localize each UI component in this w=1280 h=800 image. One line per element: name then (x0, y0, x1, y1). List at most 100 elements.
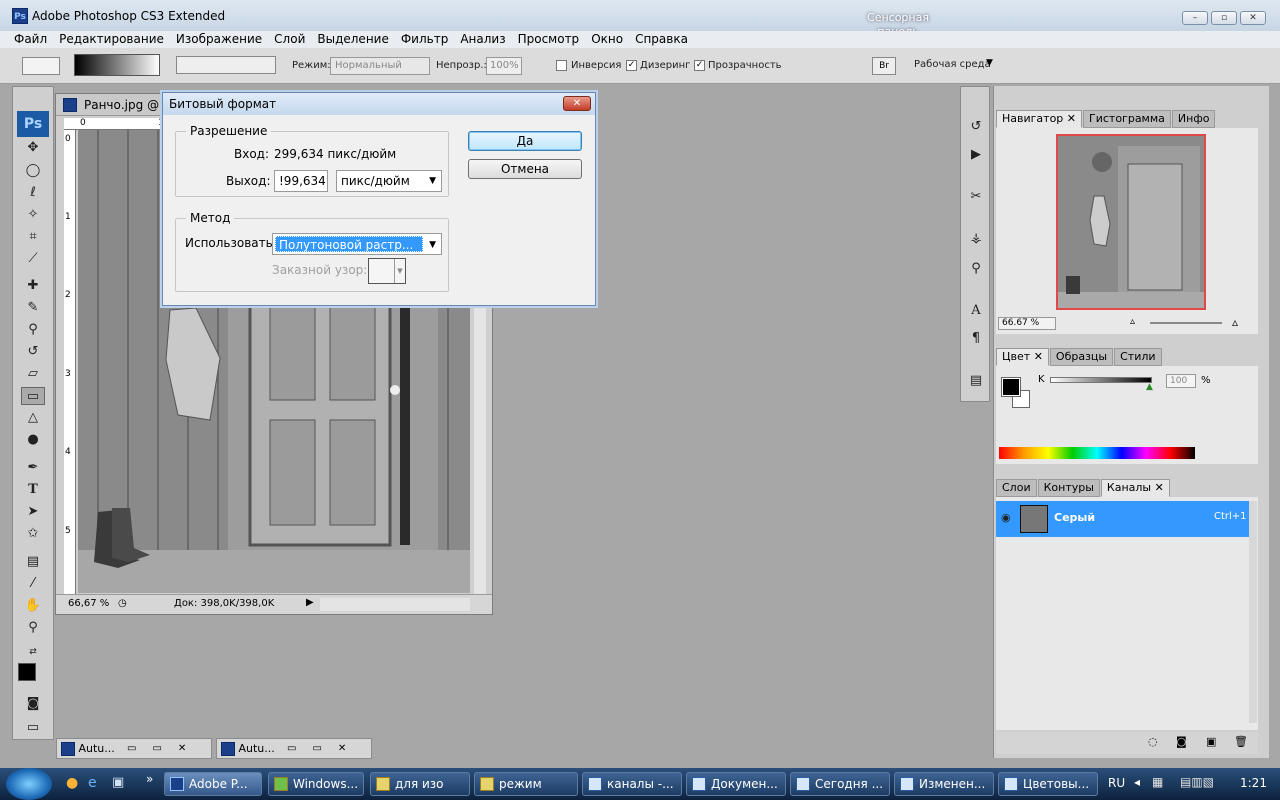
color-ramp[interactable] (999, 447, 1195, 459)
clone-source-icon[interactable]: ⚲ (965, 259, 987, 279)
mode-select[interactable]: Нормальный (330, 57, 430, 75)
zoom-tool-icon[interactable]: ⚲ (21, 619, 45, 637)
actions-icon[interactable]: ▶ (965, 145, 987, 165)
bridge-icon[interactable]: Br (872, 57, 896, 75)
zoom-in-icon[interactable]: ▵ (1232, 315, 1238, 329)
horizontal-scrollbar[interactable] (320, 598, 470, 611)
photoshop-logo[interactable]: Ps (17, 111, 49, 137)
tab-navigator[interactable]: Навигатор ✕ (996, 110, 1083, 128)
blur-tool-icon[interactable]: △ (21, 409, 45, 427)
workspace-menu[interactable]: Рабочая среда (914, 59, 991, 70)
start-button[interactable] (6, 768, 52, 800)
ok-button[interactable]: Да (468, 131, 582, 151)
zoom-out-icon[interactable]: ▵ (1130, 316, 1135, 327)
marquee-tool-icon[interactable]: ◯ (21, 162, 45, 180)
taskbar-item-photoshop[interactable]: Adobe P... (164, 772, 262, 796)
tab-layers[interactable]: Слои (996, 479, 1037, 497)
menu-image[interactable]: Изображение (170, 31, 268, 48)
status-arrow-icon[interactable]: ▶ (306, 597, 314, 608)
notes-tool-icon[interactable]: ▤ (21, 553, 45, 571)
minimized-document-1[interactable]: Autu... ▭▭✕ (56, 738, 212, 759)
menu-help[interactable]: Справка (629, 31, 694, 48)
tool-preset-picker[interactable] (22, 57, 60, 75)
pen-tool-icon[interactable]: ✒ (21, 459, 45, 477)
tab-color[interactable]: Цвет ✕ (996, 348, 1049, 366)
clone-stamp-icon[interactable]: ⚲ (21, 321, 45, 339)
eyedropper-icon[interactable]: ⁄ (21, 575, 45, 593)
language-indicator[interactable]: RU (1108, 776, 1125, 790)
maximize-button[interactable]: ▫ (1211, 11, 1237, 25)
quick-mask-icon[interactable]: ◙ (21, 695, 45, 713)
foreground-swatch[interactable] (1001, 377, 1021, 397)
character-icon[interactable]: A (965, 301, 987, 321)
ie-icon[interactable]: e (88, 775, 97, 791)
status-menu-icon[interactable]: ◷ (118, 598, 127, 609)
show-desktop-icon[interactable]: ▣ (112, 775, 124, 790)
tab-channels[interactable]: Каналы ✕ (1100, 479, 1170, 497)
menu-filter[interactable]: Фильтр (395, 31, 454, 48)
menu-select[interactable]: Выделение (311, 31, 394, 48)
taskbar-item-color[interactable]: Цветовы... (998, 772, 1098, 796)
menu-view[interactable]: Просмотр (512, 31, 586, 48)
taskbar-item-changes[interactable]: Изменен... (894, 772, 994, 796)
slice-tool-icon[interactable]: ⟋ (21, 250, 45, 268)
load-selection-icon[interactable]: ◌ (1148, 735, 1158, 748)
hand-tool-icon[interactable]: ✋ (21, 597, 45, 615)
dither-checkbox[interactable]: ✓ (626, 60, 637, 71)
tab-styles[interactable]: Стили (1114, 348, 1162, 366)
taskbar-item-folder-izo[interactable]: для изо (370, 772, 470, 796)
healing-brush-icon[interactable]: ✚ (21, 277, 45, 295)
k-slider[interactable] (1050, 377, 1152, 383)
slider-thumb-icon[interactable]: ▲ (1146, 382, 1153, 392)
gradient-tool-icon[interactable]: ▭ (21, 387, 45, 405)
window-controls-icon[interactable]: ▭▭✕ (127, 739, 202, 758)
tray-chevron-icon[interactable]: ◂ (1134, 775, 1140, 789)
history-brush-icon[interactable]: ↺ (21, 343, 45, 361)
navigator-thumbnail[interactable] (1056, 134, 1206, 310)
network-icon[interactable]: ▦ (1152, 775, 1163, 789)
output-unit-select[interactable]: пикс/дюйм ▼ (336, 170, 442, 192)
tray-icons[interactable]: ▤▥▧ (1180, 775, 1214, 789)
taskbar-item-folder-mode[interactable]: режим (474, 772, 578, 796)
invert-checkbox[interactable] (556, 60, 567, 71)
tool-presets-icon[interactable]: ✂ (965, 187, 987, 207)
channel-row[interactable]: ◉ Серый Ctrl+1 (996, 501, 1250, 537)
taskbar-item-today[interactable]: Сегодня ... (790, 772, 890, 796)
pattern-picker[interactable]: ▼ (368, 258, 406, 284)
menu-file[interactable]: Файл (8, 31, 53, 48)
window-controls-icon[interactable]: ▭▭✕ (287, 739, 362, 758)
eye-icon[interactable]: ◉ (1001, 511, 1011, 524)
tab-histogram[interactable]: Гистограмма (1083, 110, 1171, 128)
dialog-close-icon[interactable]: ✕ (563, 96, 591, 111)
type-tool-icon[interactable]: T (21, 481, 45, 499)
taskbar-item-channels[interactable]: каналы -... (582, 772, 682, 796)
move-tool-icon[interactable]: ✥ (21, 139, 45, 157)
taskbar-item-document[interactable]: Докумен... (686, 772, 786, 796)
quicklaunch-more-icon[interactable]: » (146, 772, 153, 786)
lasso-tool-icon[interactable]: ℓ (21, 184, 45, 202)
minimized-document-2[interactable]: Autu... ▭▭✕ (216, 738, 372, 759)
save-selection-icon[interactable]: ◙ (1176, 735, 1187, 748)
opacity-input[interactable]: 100% (486, 57, 522, 75)
tab-info[interactable]: Инфо (1171, 110, 1216, 128)
dodge-tool-icon[interactable]: ● (21, 431, 45, 449)
new-channel-icon[interactable]: ▣ (1206, 735, 1216, 748)
zoom-field[interactable]: 66,67 % (68, 598, 109, 609)
path-selection-icon[interactable]: ➤ (21, 503, 45, 521)
menu-edit[interactable]: Редактирование (53, 31, 170, 48)
cancel-button[interactable]: Отмена (468, 159, 582, 179)
clock[interactable]: 1:21 (1240, 776, 1267, 790)
history-icon[interactable]: ↺ (965, 117, 987, 137)
close-button[interactable]: ✕ (1240, 11, 1266, 25)
screen-mode-icon[interactable]: ▭ (21, 719, 45, 737)
transparency-checkbox[interactable]: ✓ (694, 60, 705, 71)
channels-scrollbar[interactable] (1249, 501, 1257, 723)
navigator-zoom-field[interactable]: 66.67 % (998, 317, 1056, 330)
menu-layer[interactable]: Слой (268, 31, 311, 48)
shape-tool-icon[interactable]: ✩ (21, 525, 45, 543)
eraser-tool-icon[interactable]: ▱ (21, 365, 45, 383)
workspace-dropdown-icon[interactable]: ▼ (986, 58, 993, 68)
crop-tool-icon[interactable]: ⌗ (21, 228, 45, 246)
tab-swatches[interactable]: Образцы (1049, 348, 1114, 366)
firefox-icon[interactable]: ● (66, 775, 78, 791)
